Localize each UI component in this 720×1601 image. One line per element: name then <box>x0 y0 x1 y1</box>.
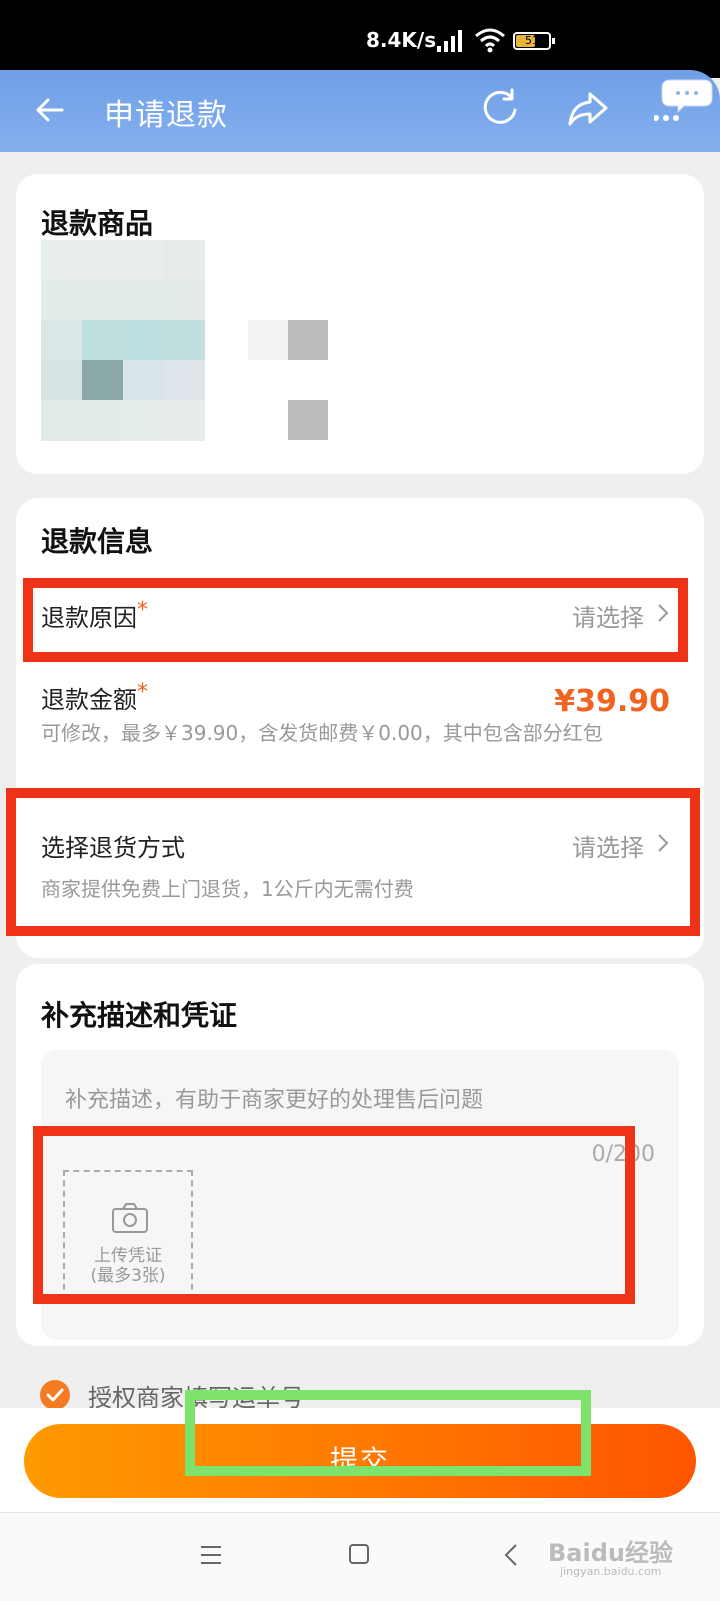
description-placeholder: 补充描述，有助于商家更好的处理售后问题 <box>65 1088 484 1113</box>
chevron-right-icon <box>658 604 669 622</box>
page-title: 申请退款 <box>104 98 228 133</box>
more-icon[interactable] <box>654 76 714 136</box>
refund-info-card: 退款信息 退款原因* 请选择 退款金额* ¥39.90 可修改，最多￥39.90… <box>16 498 704 958</box>
refund-reason-value: 请选择 <box>572 604 644 632</box>
back-arrow-icon[interactable] <box>32 92 68 128</box>
system-nav-bar: Baidu经验 jingyan.baidu.com <box>0 1512 720 1601</box>
return-method-hint: 商家提供免费上门退货，1公斤内无需付费 <box>41 877 414 901</box>
section-title: 补充描述和凭证 <box>41 999 238 1032</box>
submit-button[interactable]: 提交 <box>24 1424 696 1498</box>
network-speed: 8.4K/s <box>366 28 437 52</box>
refund-reason-label: 退款原因* <box>41 598 148 632</box>
required-mark: * <box>137 598 148 623</box>
return-method-value: 请选择 <box>572 834 644 862</box>
share-icon[interactable] <box>566 88 610 128</box>
bottom-action-bar: 提交 <box>0 1408 720 1512</box>
section-title: 退款信息 <box>41 525 154 558</box>
top-nav-bar: 申请退款 <box>0 70 720 152</box>
checkbox-checked-icon[interactable] <box>40 1380 70 1410</box>
signal-icon <box>437 30 462 52</box>
chevron-right-icon <box>658 834 669 852</box>
home-icon[interactable] <box>348 1543 370 1565</box>
product-image <box>41 240 205 442</box>
refund-product-card: 退款商品 <box>16 174 704 474</box>
char-counter: 0/200 <box>591 1142 655 1167</box>
upload-evidence-button[interactable]: 上传凭证 (最多3张) <box>63 1170 193 1300</box>
description-card: 补充描述和凭证 补充描述，有助于商家更好的处理售后问题 0/200 上传凭证 (… <box>16 964 704 1346</box>
refresh-icon[interactable] <box>478 86 522 130</box>
upload-label: 上传凭证 (最多3张) <box>90 1246 166 1286</box>
refund-amount-hint: 可修改，最多￥39.90，含发货邮费￥0.00，其中包含部分红包 <box>41 721 603 745</box>
refund-amount-value[interactable]: ¥39.90 <box>554 684 670 719</box>
return-method-label: 选择退货方式 <box>41 834 185 862</box>
watermark-url: jingyan.baidu.com <box>560 1565 662 1578</box>
status-bar: 8.4K/s 51 <box>0 0 720 78</box>
required-mark: * <box>137 680 148 705</box>
back-icon[interactable] <box>504 1543 518 1567</box>
blurred-product-detail <box>288 320 328 360</box>
section-title: 退款商品 <box>41 207 154 240</box>
camera-icon <box>112 1203 148 1233</box>
battery-icon: 51 <box>513 32 555 50</box>
watermark-logo: Baidu经验 <box>548 1539 673 1567</box>
wifi-icon <box>475 28 505 53</box>
blurred-product-detail <box>248 320 288 360</box>
menu-icon[interactable] <box>200 1545 222 1565</box>
refund-amount-label: 退款金额* <box>41 680 148 714</box>
blurred-product-detail <box>288 400 328 440</box>
